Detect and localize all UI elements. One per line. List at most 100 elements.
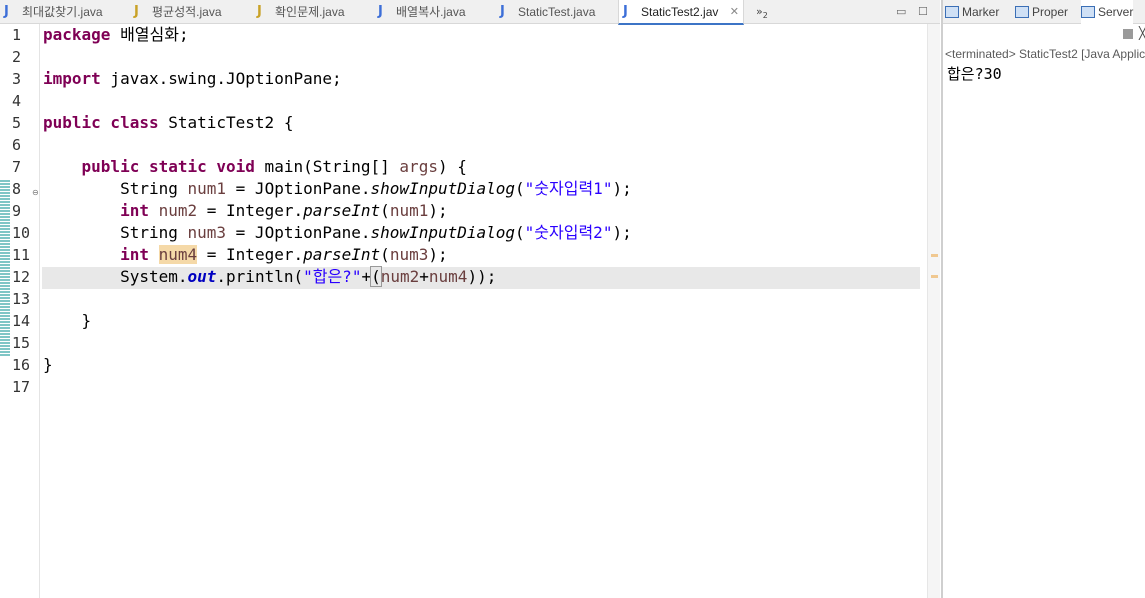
overview-ruler[interactable] <box>927 24 940 598</box>
tab-label: StaticTest.java <box>518 5 596 19</box>
tab-static-test[interactable]: J StaticTest.java <box>496 0 618 24</box>
fold-collapse-icon[interactable]: ⊖ <box>32 189 39 197</box>
code-text: = JOptionPane. <box>226 179 371 198</box>
tab-label: 평균성적.java <box>152 5 222 19</box>
markers-icon <box>945 6 959 18</box>
maximize-icon[interactable]: ☐ <box>918 0 928 24</box>
console-pane: Marker Proper Server ╳ <terminated> Stat… <box>941 0 1145 598</box>
line-number: 12 <box>12 268 31 286</box>
code-editor[interactable]: package 배열심화; import javax.swing.JOption… <box>40 24 927 598</box>
keyword: int <box>120 245 149 264</box>
java-file-dirty-icon: J <box>257 4 262 19</box>
parameter: args <box>399 157 438 176</box>
code-text: ); <box>428 245 448 264</box>
java-file-icon: J <box>623 4 628 19</box>
tab-label: Server <box>1098 5 1134 19</box>
tab-label: Marker <box>962 5 1000 19</box>
overflow-count: 2 <box>762 11 768 21</box>
code-text: System. <box>43 267 188 286</box>
tab-label: Proper <box>1032 5 1069 19</box>
code-line: import javax.swing.JOptionPane; <box>43 68 342 90</box>
code-line: int num2 = Integer.parseInt(num1); <box>43 200 448 222</box>
line-number: 11 <box>12 246 31 264</box>
code-text: + <box>361 267 372 286</box>
code-text: ( <box>515 223 525 242</box>
code-line: String num3 = JOptionPane.showInputDialo… <box>43 222 632 244</box>
code-text: ); <box>612 179 632 198</box>
occurrence-highlight: num4 <box>158 245 198 264</box>
occurrence-marker[interactable] <box>931 254 938 257</box>
tab-properties[interactable]: Proper <box>1015 0 1068 24</box>
keyword: import <box>43 69 101 88</box>
servers-icon <box>1081 6 1095 18</box>
line-number: 9 <box>12 202 22 220</box>
code-text: ( <box>380 201 390 220</box>
static-method: parseInt <box>303 245 381 264</box>
tab-overflow-button[interactable]: »2 <box>756 0 768 24</box>
local-variable: num2 <box>158 201 198 220</box>
static-field: out <box>187 267 217 286</box>
string-literal: "숫자입력1" <box>524 179 613 198</box>
close-icon[interactable]: ✕ <box>730 0 739 24</box>
code-text: ); <box>428 201 448 220</box>
code-text: 배열심화; <box>110 25 189 44</box>
code-text: = JOptionPane. <box>226 223 371 242</box>
tab-array-copy[interactable]: J 배열복사.java <box>374 0 496 24</box>
keyword: int <box>120 201 149 220</box>
occurrence-marker[interactable] <box>931 275 938 278</box>
keyword: package <box>43 25 111 44</box>
code-line: } <box>43 355 53 374</box>
code-text: = Integer. <box>197 245 304 264</box>
code-text: ( <box>380 245 390 264</box>
code-text: .println( <box>216 267 304 286</box>
java-file-dirty-icon: J <box>134 4 139 19</box>
minimize-icon[interactable]: ▭ <box>896 0 906 24</box>
line-number: 5 <box>12 114 22 132</box>
static-method: parseInt <box>303 201 381 220</box>
tab-average-grade[interactable]: J 평균성적.java <box>130 0 253 24</box>
keyword: public static void <box>81 157 255 176</box>
line-number-gutter: 1 2 3 4 5 6 7 8 9 10 11 12 13 14 15 16 1… <box>0 24 40 598</box>
code-text: )); <box>467 267 497 286</box>
tab-label: 확인문제.java <box>275 5 345 19</box>
pin-icon[interactable]: ╳ <box>1139 25 1145 41</box>
view-tab-bar: Marker Proper Server <box>943 0 1145 24</box>
editor-tab-bar: J 최대값찾기.java J 평균성적.java J 확인문제.java J 배… <box>0 0 940 25</box>
code-text: ) { <box>437 157 467 176</box>
line-number: 10 <box>12 224 31 242</box>
terminate-icon[interactable] <box>1123 29 1133 39</box>
static-method: showInputDialog <box>370 223 516 242</box>
tab-servers[interactable]: Server <box>1081 0 1134 24</box>
local-variable: num2 <box>380 267 420 286</box>
line-number: 17 <box>12 378 31 396</box>
tab-check-problem[interactable]: J 확인문제.java <box>253 0 374 24</box>
line-number: 15 <box>12 334 31 352</box>
code-text: String <box>43 223 188 242</box>
tab-markers[interactable]: Marker <box>945 0 999 24</box>
tab-max-value-finder[interactable]: J 최대값찾기.java <box>0 0 130 24</box>
quick-diff-change-bar <box>0 180 10 356</box>
code-line: public class StaticTest2 { <box>43 112 293 134</box>
console-output[interactable]: 합은?30 <box>947 64 1002 84</box>
overflow-chevron-icon: » <box>756 5 763 18</box>
local-variable: num1 <box>187 179 227 198</box>
local-variable: num3 <box>389 245 429 264</box>
local-variable: num4 <box>428 267 468 286</box>
line-number: 6 <box>12 136 22 154</box>
code-line-current: System.out.println("합은?"+(num2+num4)); <box>43 266 496 288</box>
code-line: String num1 = JOptionPane.showInputDialo… <box>43 178 632 200</box>
java-file-icon: J <box>378 4 383 19</box>
string-literal: "합은?" <box>303 267 362 286</box>
line-number: 13 <box>12 290 31 308</box>
matching-bracket: ( <box>370 266 382 287</box>
tab-label: StaticTest2.jav <box>641 5 719 19</box>
line-number: 4 <box>12 92 22 110</box>
java-file-icon: J <box>500 4 505 19</box>
code-text: StaticTest2 { <box>158 113 294 132</box>
tab-static-test2[interactable]: J StaticTest2.jav ✕ <box>618 0 744 25</box>
string-literal: "숫자입력2" <box>524 223 613 242</box>
